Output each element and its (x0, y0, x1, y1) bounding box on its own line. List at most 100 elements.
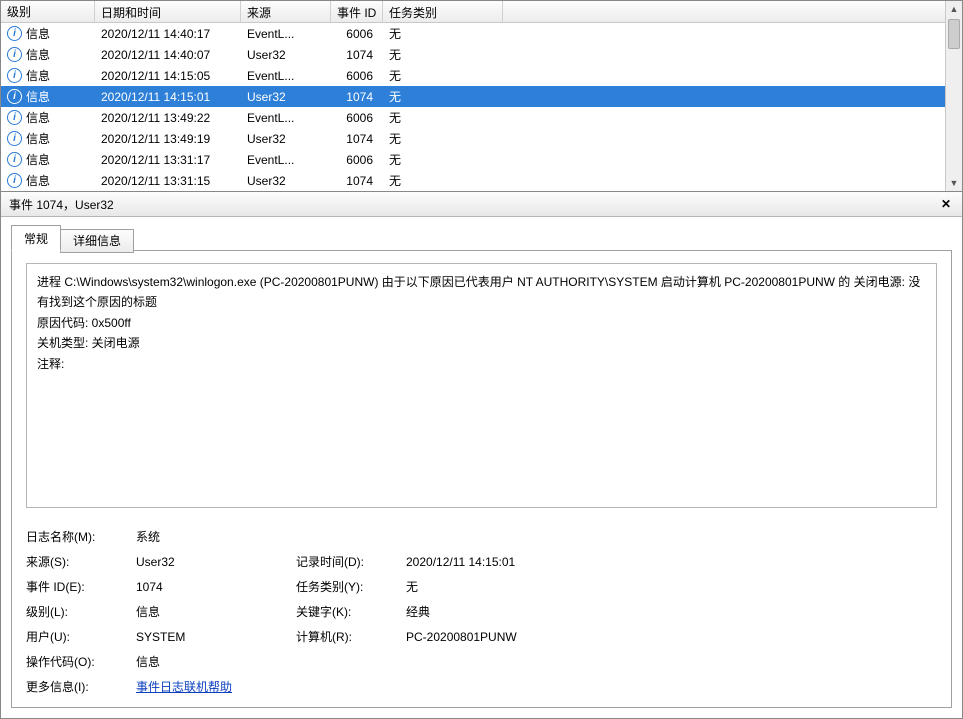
label-moreinfo: 更多信息(I): (26, 678, 136, 695)
desc-comment: 注释: (37, 354, 926, 374)
label-level: 级别(L): (26, 603, 136, 620)
info-icon: i (7, 26, 22, 41)
scroll-up-icon[interactable]: ▲ (946, 1, 962, 17)
info-icon: i (7, 173, 22, 188)
value-eventid: 1074 (136, 580, 296, 594)
list-header[interactable]: 级别 日期和时间 来源 事件 ID 任务类别 (1, 1, 945, 23)
event-description-box: 进程 C:\Windows\system32\winlogon.exe (PC-… (26, 263, 937, 508)
detail-panel-header: 事件 1074，User32 ✕ (1, 192, 962, 217)
cell-level: 信息 (26, 172, 50, 189)
value-logname: 系统 (136, 528, 296, 545)
detail-panel-body: 常规 详细信息 进程 C:\Windows\system32\winlogon.… (1, 217, 962, 718)
cell-taskcat: 无 (383, 23, 503, 44)
cell-source: User32 (241, 172, 331, 190)
cell-datetime: 2020/12/11 14:40:07 (95, 46, 241, 64)
cell-eventid: 6006 (331, 67, 383, 85)
cell-taskcat: 无 (383, 170, 503, 191)
value-computer: PC-20200801PUNW (406, 630, 626, 644)
value-taskcat: 无 (406, 578, 626, 595)
tab-details[interactable]: 详细信息 (60, 229, 134, 253)
info-icon: i (7, 68, 22, 83)
label-logname: 日志名称(M): (26, 528, 136, 545)
event-metadata-grid: 日志名称(M): 系统 来源(S): User32 记录时间(D): 2020/… (26, 528, 937, 695)
cell-source: User32 (241, 130, 331, 148)
cell-eventid: 1074 (331, 130, 383, 148)
cell-source: EventL... (241, 109, 331, 127)
event-viewer-window: 级别 日期和时间 来源 事件 ID 任务类别 i 信息 2020/12/11 14:… (0, 0, 963, 719)
label-taskcat: 任务类别(Y): (296, 578, 406, 595)
cell-level: 信息 (26, 130, 50, 147)
table-row[interactable]: i 信息 2020/12/11 13:31:15User321074无 (1, 170, 945, 191)
label-eventid: 事件 ID(E): (26, 578, 136, 595)
cell-source: User32 (241, 46, 331, 64)
cell-taskcat: 无 (383, 149, 503, 170)
info-icon: i (7, 131, 22, 146)
table-row[interactable]: i信息2020/12/11 13:31:17EventL...6006无 (1, 149, 945, 170)
cell-datetime: 2020/12/11 14:15:05 (95, 67, 241, 85)
label-source: 来源(S): (26, 553, 136, 570)
cell-taskcat: 无 (383, 128, 503, 149)
detail-tabs: 常规 详细信息 (11, 225, 952, 251)
cell-level: 信息 (26, 46, 50, 63)
event-list[interactable]: 级别 日期和时间 来源 事件 ID 任务类别 i 信息 2020/12/11 14:… (1, 1, 945, 191)
cell-level: 信息 (26, 109, 50, 126)
col-header-datetime[interactable]: 日期和时间 (95, 1, 241, 22)
desc-shutdown-type: 关机类型: 关闭电源 (37, 333, 926, 353)
col-header-source[interactable]: 来源 (241, 1, 331, 22)
cell-source: EventL... (241, 25, 331, 43)
table-row[interactable]: i 信息 2020/12/11 14:40:17EventL...6006无 (1, 23, 945, 44)
info-icon: i (7, 110, 22, 125)
detail-title: 事件 1074，User32 (9, 196, 114, 213)
close-icon[interactable]: ✕ (938, 196, 954, 212)
cell-level: 信息 (26, 88, 50, 105)
cell-datetime: 2020/12/11 13:31:17 (95, 151, 241, 169)
desc-reason-code: 原因代码: 0x500ff (37, 313, 926, 333)
label-computer: 计算机(R): (296, 628, 406, 645)
cell-level: 信息 (26, 25, 50, 42)
value-logged: 2020/12/11 14:15:01 (406, 555, 626, 569)
cell-eventid: 1074 (331, 46, 383, 64)
table-row[interactable]: i 信息 2020/12/11 13:49:22EventL...6006无 (1, 107, 945, 128)
scroll-thumb[interactable] (948, 19, 960, 49)
value-opcode: 信息 (136, 653, 296, 670)
cell-eventid: 1074 (331, 172, 383, 190)
value-keywords: 经典 (406, 603, 626, 620)
value-user: SYSTEM (136, 630, 296, 644)
cell-taskcat: 无 (383, 86, 503, 107)
cell-taskcat: 无 (383, 65, 503, 86)
cell-datetime: 2020/12/11 14:40:17 (95, 25, 241, 43)
cell-taskcat: 无 (383, 44, 503, 65)
value-source: User32 (136, 555, 296, 569)
info-icon: i (7, 89, 22, 104)
cell-taskcat: 无 (383, 107, 503, 128)
col-header-level[interactable]: 级别 (1, 1, 95, 22)
scroll-down-icon[interactable]: ▼ (946, 175, 962, 191)
event-list-panel: 级别 日期和时间 来源 事件 ID 任务类别 i 信息 2020/12/11 14:… (1, 1, 962, 192)
label-user: 用户(U): (26, 628, 136, 645)
cell-level: 信息 (26, 151, 50, 168)
cell-eventid: 1074 (331, 88, 383, 106)
cell-datetime: 2020/12/11 13:49:22 (95, 109, 241, 127)
col-header-taskcat[interactable]: 任务类别 (383, 1, 503, 22)
list-scrollbar[interactable]: ▲ ▼ (945, 1, 962, 191)
table-row[interactable]: i 信息 2020/12/11 14:40:07User321074无 (1, 44, 945, 65)
link-event-log-help[interactable]: 事件日志联机帮助 (136, 680, 232, 694)
table-row[interactable]: i信息2020/12/11 13:49:19User321074无 (1, 128, 945, 149)
table-row[interactable]: i 信息 2020/12/11 14:15:01User321074无 (1, 86, 945, 107)
cell-source: User32 (241, 88, 331, 106)
cell-level: 信息 (26, 67, 50, 84)
table-row[interactable]: i 信息 2020/12/11 14:15:05EventL...6006无 (1, 65, 945, 86)
label-opcode: 操作代码(O): (26, 653, 136, 670)
cell-eventid: 6006 (331, 25, 383, 43)
cell-eventid: 6006 (331, 109, 383, 127)
col-header-eventid[interactable]: 事件 ID (331, 1, 383, 22)
cell-datetime: 2020/12/11 13:31:15 (95, 172, 241, 190)
info-icon: i (7, 152, 22, 167)
cell-datetime: 2020/12/11 14:15:01 (95, 88, 241, 106)
cell-source: EventL... (241, 67, 331, 85)
label-logged: 记录时间(D): (296, 553, 406, 570)
info-icon: i (7, 47, 22, 62)
cell-source: EventL... (241, 151, 331, 169)
label-keywords: 关键字(K): (296, 603, 406, 620)
tab-general[interactable]: 常规 (11, 225, 61, 251)
